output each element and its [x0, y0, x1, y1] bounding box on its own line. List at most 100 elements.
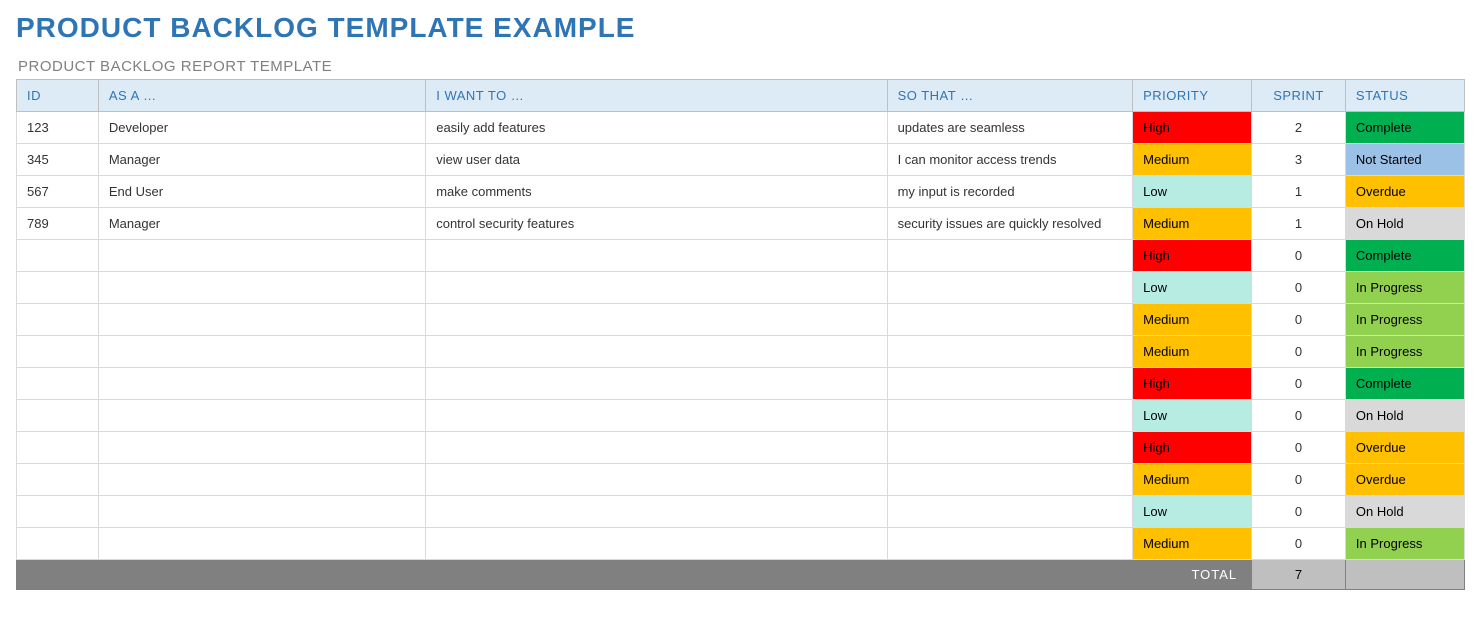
cell-priority[interactable]: Medium — [1133, 144, 1252, 176]
cell-sprint[interactable]: 0 — [1252, 496, 1346, 528]
cell-sprint[interactable]: 1 — [1252, 208, 1346, 240]
cell-priority[interactable]: Medium — [1133, 336, 1252, 368]
cell-asa[interactable] — [98, 368, 425, 400]
cell-asa[interactable] — [98, 400, 425, 432]
cell-asa[interactable] — [98, 464, 425, 496]
cell-asa[interactable] — [98, 240, 425, 272]
cell-sprint[interactable]: 0 — [1252, 304, 1346, 336]
cell-id[interactable] — [17, 272, 99, 304]
cell-id[interactable]: 123 — [17, 112, 99, 144]
cell-status[interactable]: Overdue — [1345, 464, 1464, 496]
cell-priority[interactable]: Low — [1133, 272, 1252, 304]
cell-want[interactable]: view user data — [426, 144, 887, 176]
col-asa: AS A … — [98, 80, 425, 112]
cell-status[interactable]: In Progress — [1345, 336, 1464, 368]
cell-status[interactable]: On Hold — [1345, 496, 1464, 528]
cell-want[interactable] — [426, 400, 887, 432]
cell-status[interactable]: In Progress — [1345, 528, 1464, 560]
cell-asa[interactable] — [98, 432, 425, 464]
cell-so[interactable] — [887, 400, 1133, 432]
cell-status[interactable]: Not Started — [1345, 144, 1464, 176]
cell-want[interactable]: control security features — [426, 208, 887, 240]
cell-priority[interactable]: High — [1133, 432, 1252, 464]
cell-priority[interactable]: High — [1133, 368, 1252, 400]
cell-priority[interactable]: Medium — [1133, 208, 1252, 240]
cell-want[interactable] — [426, 464, 887, 496]
cell-want[interactable] — [426, 528, 887, 560]
cell-status[interactable]: On Hold — [1345, 400, 1464, 432]
cell-status[interactable]: On Hold — [1345, 208, 1464, 240]
cell-status[interactable]: Overdue — [1345, 432, 1464, 464]
cell-id[interactable] — [17, 432, 99, 464]
cell-so[interactable] — [887, 304, 1133, 336]
cell-id[interactable] — [17, 496, 99, 528]
cell-asa[interactable] — [98, 528, 425, 560]
cell-want[interactable] — [426, 240, 887, 272]
cell-so[interactable] — [887, 464, 1133, 496]
cell-id[interactable] — [17, 368, 99, 400]
cell-so[interactable] — [887, 336, 1133, 368]
cell-so[interactable] — [887, 432, 1133, 464]
cell-status[interactable]: Overdue — [1345, 176, 1464, 208]
cell-so[interactable] — [887, 528, 1133, 560]
cell-priority[interactable]: Low — [1133, 496, 1252, 528]
cell-want[interactable] — [426, 336, 887, 368]
cell-sprint[interactable]: 0 — [1252, 272, 1346, 304]
cell-asa[interactable]: Manager — [98, 208, 425, 240]
cell-want[interactable] — [426, 432, 887, 464]
cell-priority[interactable]: High — [1133, 112, 1252, 144]
cell-sprint[interactable]: 0 — [1252, 464, 1346, 496]
cell-priority[interactable]: Medium — [1133, 528, 1252, 560]
cell-priority[interactable]: Medium — [1133, 304, 1252, 336]
table-row: Medium0In Progress — [17, 304, 1465, 336]
cell-id[interactable] — [17, 528, 99, 560]
cell-id[interactable]: 345 — [17, 144, 99, 176]
cell-want[interactable] — [426, 272, 887, 304]
cell-so[interactable] — [887, 496, 1133, 528]
cell-so[interactable] — [887, 272, 1133, 304]
cell-id[interactable]: 567 — [17, 176, 99, 208]
cell-id[interactable] — [17, 400, 99, 432]
cell-want[interactable]: easily add features — [426, 112, 887, 144]
cell-status[interactable]: Complete — [1345, 368, 1464, 400]
cell-sprint[interactable]: 1 — [1252, 176, 1346, 208]
cell-asa[interactable] — [98, 496, 425, 528]
cell-id[interactable] — [17, 240, 99, 272]
cell-asa[interactable] — [98, 272, 425, 304]
cell-priority[interactable]: Low — [1133, 400, 1252, 432]
cell-priority[interactable]: Low — [1133, 176, 1252, 208]
cell-sprint[interactable]: 0 — [1252, 368, 1346, 400]
cell-id[interactable]: 789 — [17, 208, 99, 240]
cell-asa[interactable]: Manager — [98, 144, 425, 176]
cell-status[interactable]: In Progress — [1345, 304, 1464, 336]
cell-so[interactable]: updates are seamless — [887, 112, 1133, 144]
cell-id[interactable] — [17, 464, 99, 496]
cell-sprint[interactable]: 0 — [1252, 240, 1346, 272]
cell-status[interactable]: Complete — [1345, 240, 1464, 272]
cell-so[interactable]: I can monitor access trends — [887, 144, 1133, 176]
cell-status[interactable]: Complete — [1345, 112, 1464, 144]
cell-want[interactable] — [426, 304, 887, 336]
cell-sprint[interactable]: 0 — [1252, 336, 1346, 368]
cell-asa[interactable]: Developer — [98, 112, 425, 144]
cell-asa[interactable] — [98, 336, 425, 368]
cell-priority[interactable]: Medium — [1133, 464, 1252, 496]
cell-id[interactable] — [17, 336, 99, 368]
cell-so[interactable]: security issues are quickly resolved — [887, 208, 1133, 240]
cell-status[interactable]: In Progress — [1345, 272, 1464, 304]
cell-sprint[interactable]: 2 — [1252, 112, 1346, 144]
cell-sprint[interactable]: 0 — [1252, 528, 1346, 560]
cell-asa[interactable] — [98, 304, 425, 336]
cell-want[interactable] — [426, 368, 887, 400]
cell-so[interactable] — [887, 368, 1133, 400]
cell-asa[interactable]: End User — [98, 176, 425, 208]
cell-want[interactable]: make comments — [426, 176, 887, 208]
cell-sprint[interactable]: 3 — [1252, 144, 1346, 176]
cell-sprint[interactable]: 0 — [1252, 432, 1346, 464]
cell-so[interactable]: my input is recorded — [887, 176, 1133, 208]
cell-sprint[interactable]: 0 — [1252, 400, 1346, 432]
cell-so[interactable] — [887, 240, 1133, 272]
cell-id[interactable] — [17, 304, 99, 336]
cell-priority[interactable]: High — [1133, 240, 1252, 272]
cell-want[interactable] — [426, 496, 887, 528]
